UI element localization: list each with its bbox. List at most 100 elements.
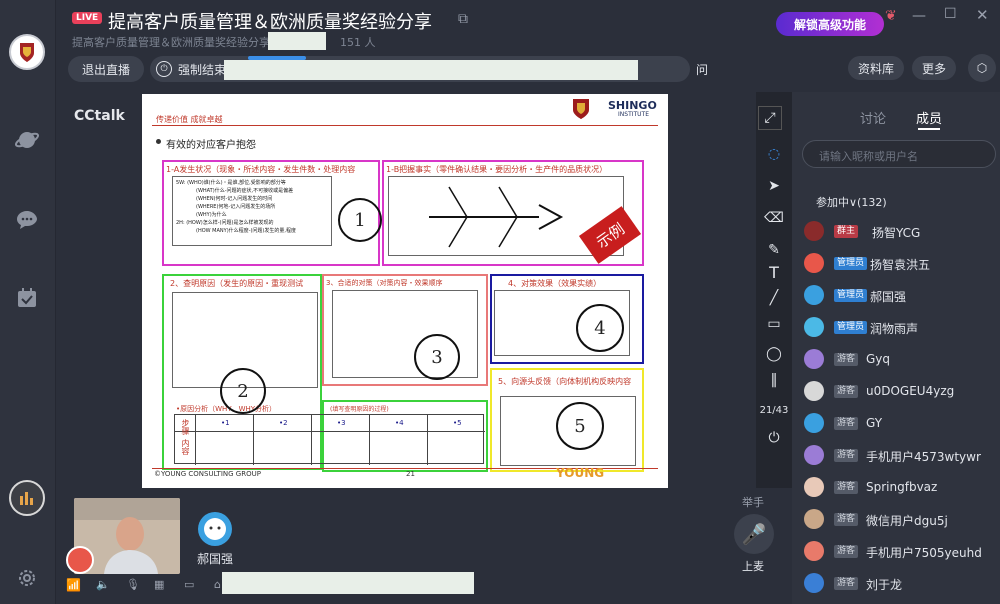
member-row[interactable]: 管理员 润物雨声	[792, 312, 1000, 344]
member-row[interactable]: 游客 手机用户4573wtywr	[792, 440, 1000, 472]
microphone-icon: 🎤	[741, 522, 767, 546]
guest-avatar[interactable]	[198, 512, 232, 546]
why-table: •1 •2 •3 •4 •5 步骤 内容	[174, 414, 485, 465]
5w2h-box: 5W: (WHO)谁(什么)・是谁,部位,受影响的部分等 (WHAT)什么-问题的…	[172, 176, 332, 246]
footer-copyright: ©YOUNG CONSULTING GROUP	[154, 470, 261, 478]
member-row[interactable]: 管理员 郝国强	[792, 280, 1000, 312]
member-row[interactable]: 游客 GY	[792, 408, 1000, 440]
member-row[interactable]: 游客 u0DOGEU4yzg	[792, 376, 1000, 408]
viewer-count: 151 人	[340, 36, 376, 49]
member-row[interactable]: 游客 刘于龙	[792, 568, 1000, 600]
member-name: u0DOGEU4yzg	[866, 384, 955, 398]
5w2h-line: 5W: (WHO)谁(什么)・是谁,部位,受影响的部分等	[176, 180, 286, 186]
close-icon[interactable]: ✕	[976, 6, 989, 24]
drawing-toolbar: ⤢ ◌ ➤ ⌫ ✎ T ╱ ▭ ◯ ‖ 21/43 ⏻	[756, 92, 792, 488]
search-placeholder: 请输入昵称或用户名	[819, 150, 918, 163]
power-off-icon[interactable]: ⏻	[756, 426, 792, 450]
tab-members[interactable]: 成员	[916, 108, 942, 127]
presentation-slide: 传递价值 成就卓越 SHINGO INSTITUTE 有效的对应客户抱怨 1-A…	[142, 94, 668, 488]
member-row[interactable]: 群主 扬智YCG	[792, 216, 1000, 248]
member-avatar	[804, 349, 824, 369]
5w2h-line: (WHAT)什么-问题的症状,不可接收或是偏差	[196, 188, 294, 194]
profile-avatar[interactable]	[9, 34, 45, 70]
unlock-premium-button[interactable]: 解锁高级功能	[776, 12, 884, 36]
exit-live-label: 退出直播	[81, 62, 130, 77]
chat-icon[interactable]	[9, 202, 45, 238]
camera-icon[interactable]: ▭	[184, 578, 194, 591]
library-button[interactable]: 资料库	[848, 56, 904, 80]
exit-live-button[interactable]: 退出直播	[68, 56, 144, 82]
member-row[interactable]: 游客 微信用户dgu5j	[792, 504, 1000, 536]
member-name: 郝国强	[870, 290, 907, 304]
settings-gear-icon[interactable]	[9, 560, 45, 596]
stats-icon[interactable]	[9, 480, 45, 516]
member-avatar	[804, 221, 824, 241]
laser-icon[interactable]: ◌	[756, 142, 792, 166]
member-row[interactable]: 游客 Springfbvaz	[792, 472, 1000, 504]
member-name: 微信用户dgu5j	[866, 514, 948, 528]
member-row[interactable]: 管理员 扬智袁洪五	[792, 248, 1000, 280]
why-step-3: •3	[337, 419, 346, 427]
member-avatar	[804, 253, 824, 273]
window-bar: 解锁高级功能 ❦ — ☐ ✕ 资料库 更多 ⬡	[776, 0, 1000, 92]
force-end-label: 强制结束	[178, 62, 227, 77]
trailing-text: 问	[695, 62, 708, 77]
external-link-icon[interactable]: ⧉	[458, 11, 468, 27]
content-label: 内容	[181, 439, 190, 455]
pen-icon[interactable]: ✎	[756, 238, 792, 262]
member-avatar	[804, 541, 824, 561]
wifi-icon: 📶	[66, 578, 81, 592]
eraser-icon[interactable]: ⌫	[756, 206, 792, 230]
member-role-badge: 游客	[834, 577, 859, 590]
member-name: 刘于龙	[866, 578, 903, 592]
maximize-icon[interactable]: ☐	[944, 6, 957, 22]
member-row[interactable]: 游客 Gyq	[792, 344, 1000, 376]
member-name: GY	[866, 416, 883, 430]
volume-icon[interactable]: 🔈	[96, 578, 110, 591]
mic-small-icon[interactable]: 🎙	[126, 578, 140, 591]
room-subtitle: 提高客户质量管理＆欧洲质量奖经验分享	[72, 36, 270, 49]
steps-label: 步骤	[181, 419, 190, 435]
section-1a-label: 1-A发生状况（现象・所述内容・发生件数・处理内容	[166, 165, 356, 174]
pause-icon[interactable]: ‖	[756, 368, 792, 392]
member-name: 手机用户4573wtywr	[866, 450, 981, 464]
joined-count[interactable]: 参加中∨(132)	[816, 194, 887, 210]
minimize-icon[interactable]: —	[912, 8, 926, 24]
member-role-badge: 游客	[834, 513, 859, 526]
member-avatar	[804, 285, 824, 305]
member-role-badge: 群主	[834, 225, 859, 238]
more-button[interactable]: 更多	[912, 56, 956, 80]
search-input[interactable]: 请输入昵称或用户名	[802, 140, 996, 168]
tab-discussion[interactable]: 讨论	[860, 108, 886, 127]
mic-button[interactable]: 🎤	[734, 514, 774, 554]
member-row[interactable]: 游客 手机用户7505yeuhd	[792, 536, 1000, 568]
fullscreen-icon[interactable]: ⤢	[758, 106, 782, 130]
why-col-divider	[427, 415, 428, 465]
section-1b-label: 1-B把握事实（零件确认结果・要因分析・生产件的品质状况）	[386, 165, 608, 174]
section-4-label: 4、对策效果（效果实绩）	[508, 279, 602, 288]
text-tool-icon[interactable]: T	[756, 260, 792, 284]
number-circle-2: 2	[220, 368, 266, 414]
line-tool-icon[interactable]: ╱	[756, 286, 792, 310]
number-circle-4: 4	[576, 304, 624, 352]
screen-share-icon[interactable]: ⌂	[214, 578, 221, 591]
member-name: Springfbvaz	[866, 480, 938, 494]
why-step-2: •2	[279, 419, 288, 427]
settings-hex-icon[interactable]: ⬡	[968, 54, 996, 82]
why-step-4: •4	[395, 419, 404, 427]
layout-icon[interactable]: ▦	[154, 578, 164, 591]
member-avatar	[804, 573, 824, 593]
rectangle-tool-icon[interactable]: ▭	[756, 312, 792, 336]
guest-name: 郝国强	[197, 552, 234, 566]
calendar-icon[interactable]	[9, 280, 45, 316]
slide-rule	[152, 125, 658, 126]
left-rail	[0, 0, 56, 604]
pointer-icon[interactable]: ➤	[756, 174, 792, 198]
discover-icon[interactable]	[9, 122, 45, 158]
why-col-divider	[253, 415, 254, 465]
member-role-badge: 管理员	[834, 321, 868, 334]
redacted-block	[224, 60, 638, 80]
member-avatar	[804, 317, 824, 337]
ellipse-tool-icon[interactable]: ◯	[756, 342, 792, 366]
slide-slogan: 传递价值 成就卓越	[156, 115, 223, 124]
